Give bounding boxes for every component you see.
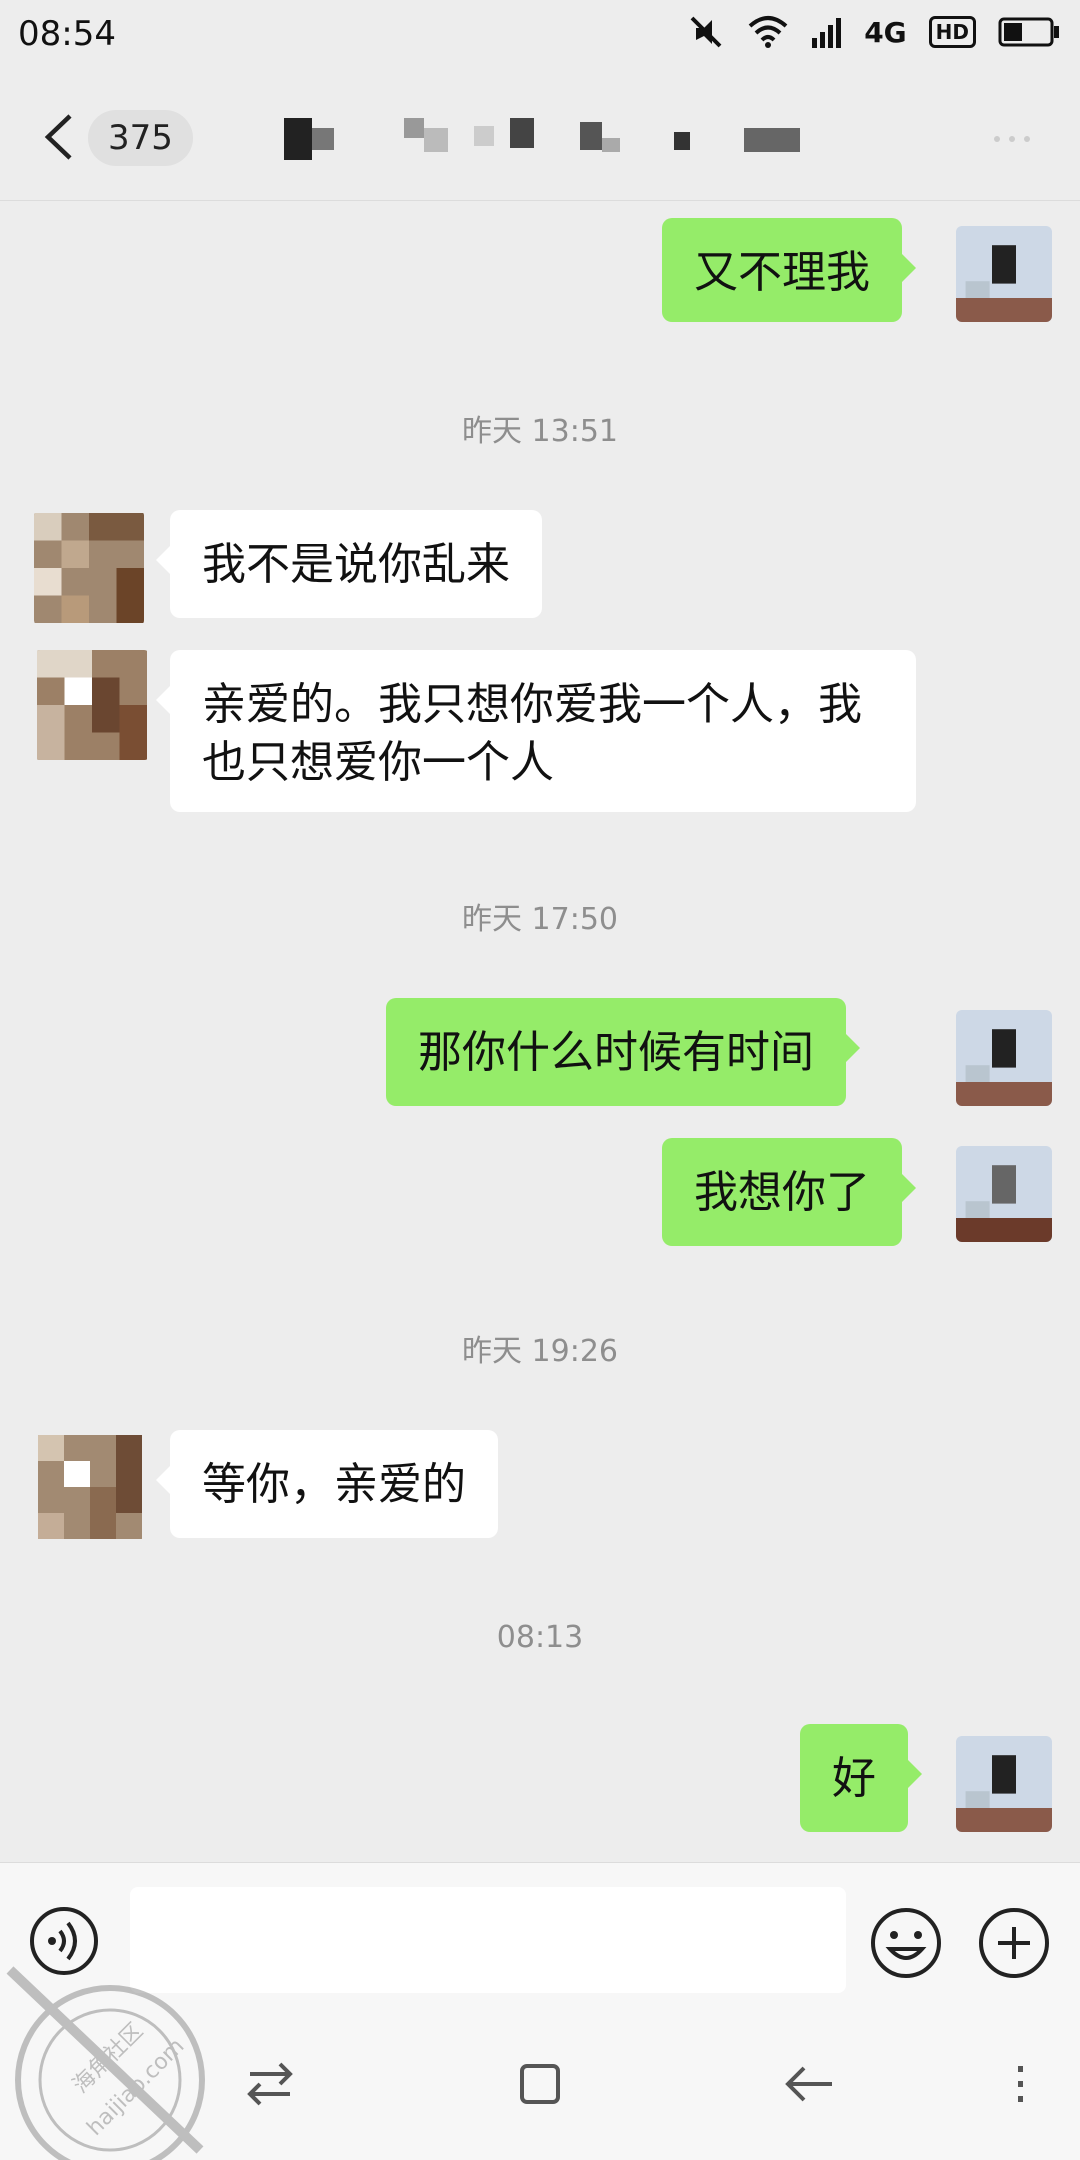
time-divider: 08:13: [496, 1620, 584, 1655]
avatar-self[interactable]: [956, 1736, 1052, 1832]
chevron-left-icon[interactable]: [40, 112, 80, 162]
back-arrow-icon[interactable]: [780, 2054, 840, 2114]
more-options-icon[interactable]: [992, 134, 1032, 144]
message-bubble-outgoing[interactable]: 好: [800, 1724, 922, 1832]
square-icon[interactable]: [510, 2054, 570, 2114]
message-bubble-outgoing[interactable]: 又不理我: [662, 218, 916, 322]
status-time: 08:54: [18, 14, 116, 54]
time-divider: 昨天 17:50: [462, 902, 618, 937]
message-bubble-outgoing[interactable]: 那你什么时候有时间: [386, 998, 860, 1106]
unread-count-badge[interactable]: 375: [88, 110, 193, 166]
message-bubble-incoming[interactable]: 我不是说你乱来: [156, 510, 542, 618]
time-divider: 昨天 19:26: [462, 1334, 618, 1369]
wifi-icon: [748, 16, 788, 48]
network-type: 4G: [864, 15, 907, 49]
avatar-contact[interactable]: [34, 510, 144, 626]
chat-title-mosaic: [284, 118, 800, 160]
status-icons: 4G HD: [688, 14, 1060, 50]
battery-icon: [998, 17, 1059, 47]
switch-icon[interactable]: [240, 2054, 300, 2114]
menu-icon[interactable]: [990, 2054, 1050, 2114]
message-bubble-incoming[interactable]: 亲爱的。我只想你爱我一个人，我也只想爱你一个人: [156, 650, 916, 812]
hd-badge: HD: [928, 16, 976, 48]
avatar-self[interactable]: [956, 226, 1052, 322]
mute-icon: [690, 16, 722, 48]
message-bubble-incoming[interactable]: 等你，亲爱的: [156, 1430, 498, 1538]
avatar-self[interactable]: [956, 1146, 1052, 1242]
signal-icon: [812, 18, 842, 48]
emoji-icon[interactable]: [868, 1905, 944, 1981]
plus-icon[interactable]: [976, 1905, 1052, 1981]
chat-header: 375: [0, 72, 1080, 201]
status-bar: 08:54 4G HD: [0, 0, 1080, 72]
avatar-self[interactable]: [956, 1010, 1052, 1106]
avatar-contact[interactable]: [34, 650, 150, 760]
watermark-seal: 海角社区 haijiao.com: [6, 1966, 205, 2160]
message-bubble-outgoing[interactable]: 我想你了: [662, 1138, 916, 1246]
time-divider: 昨天 13:51: [462, 414, 618, 449]
avatar-contact[interactable]: [38, 1430, 142, 1544]
message-input[interactable]: [130, 1887, 846, 1993]
